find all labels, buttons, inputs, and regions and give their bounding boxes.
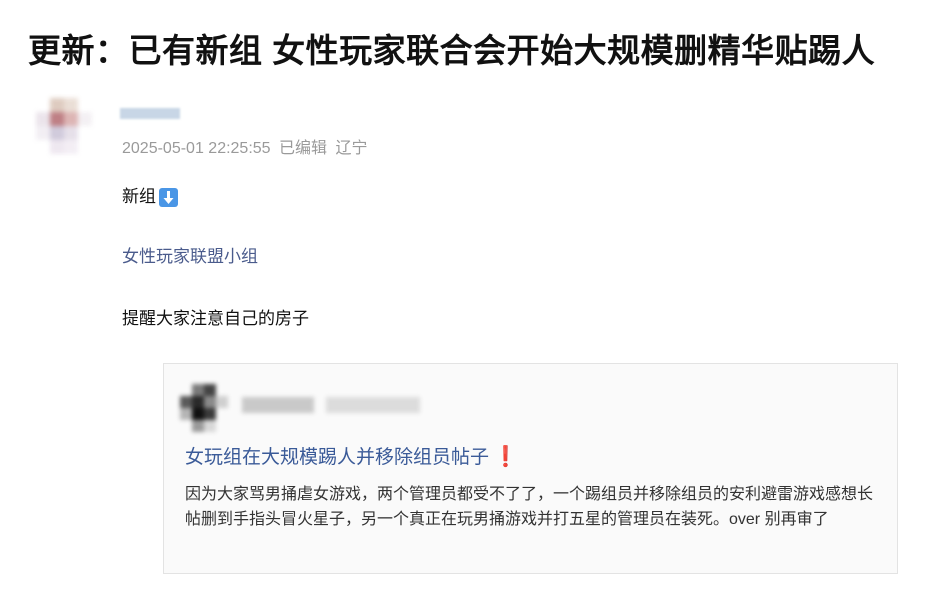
- post-title: 更新：已有新组 女性玩家联合会开始大规模删精华贴踢人: [28, 32, 876, 69]
- quoted-author-name[interactable]: [242, 397, 314, 413]
- exclamation-icon: ❗: [493, 446, 518, 468]
- group-link[interactable]: 女性玩家联盟小组: [122, 246, 258, 268]
- down-arrow-icon: [159, 187, 178, 207]
- quoted-post-meta: [326, 397, 420, 413]
- new-group-line: 新组: [122, 186, 178, 208]
- post-location: 辽宁: [335, 140, 368, 157]
- quoted-author-avatar[interactable]: [180, 384, 228, 432]
- author-avatar[interactable]: [36, 98, 92, 154]
- author-name[interactable]: [120, 108, 180, 119]
- post-meta: 2025-05-01 22:25:55 已编辑 辽宁: [122, 138, 372, 160]
- edited-label: 已编辑: [279, 140, 328, 157]
- reminder-text: 提醒大家注意自己的房子: [122, 309, 309, 328]
- quoted-post-title[interactable]: 女玩组在大规模踢人并移除组员帖子 ❗: [185, 445, 518, 470]
- quoted-title-text: 女玩组在大规模踢人并移除组员帖子: [185, 447, 490, 468]
- quoted-post-body: 因为大家骂男捅虐女游戏，两个管理员都受不了了，一个踢组员并移除组员的安利避雷游戏…: [185, 486, 874, 528]
- post-timestamp: 2025-05-01 22:25:55: [122, 140, 271, 157]
- quoted-post-card[interactable]: 女玩组在大规模踢人并移除组员帖子 ❗ 因为大家骂男捅虐女游戏，两个管理员都受不了了…: [163, 363, 898, 574]
- new-group-label: 新组: [122, 187, 156, 206]
